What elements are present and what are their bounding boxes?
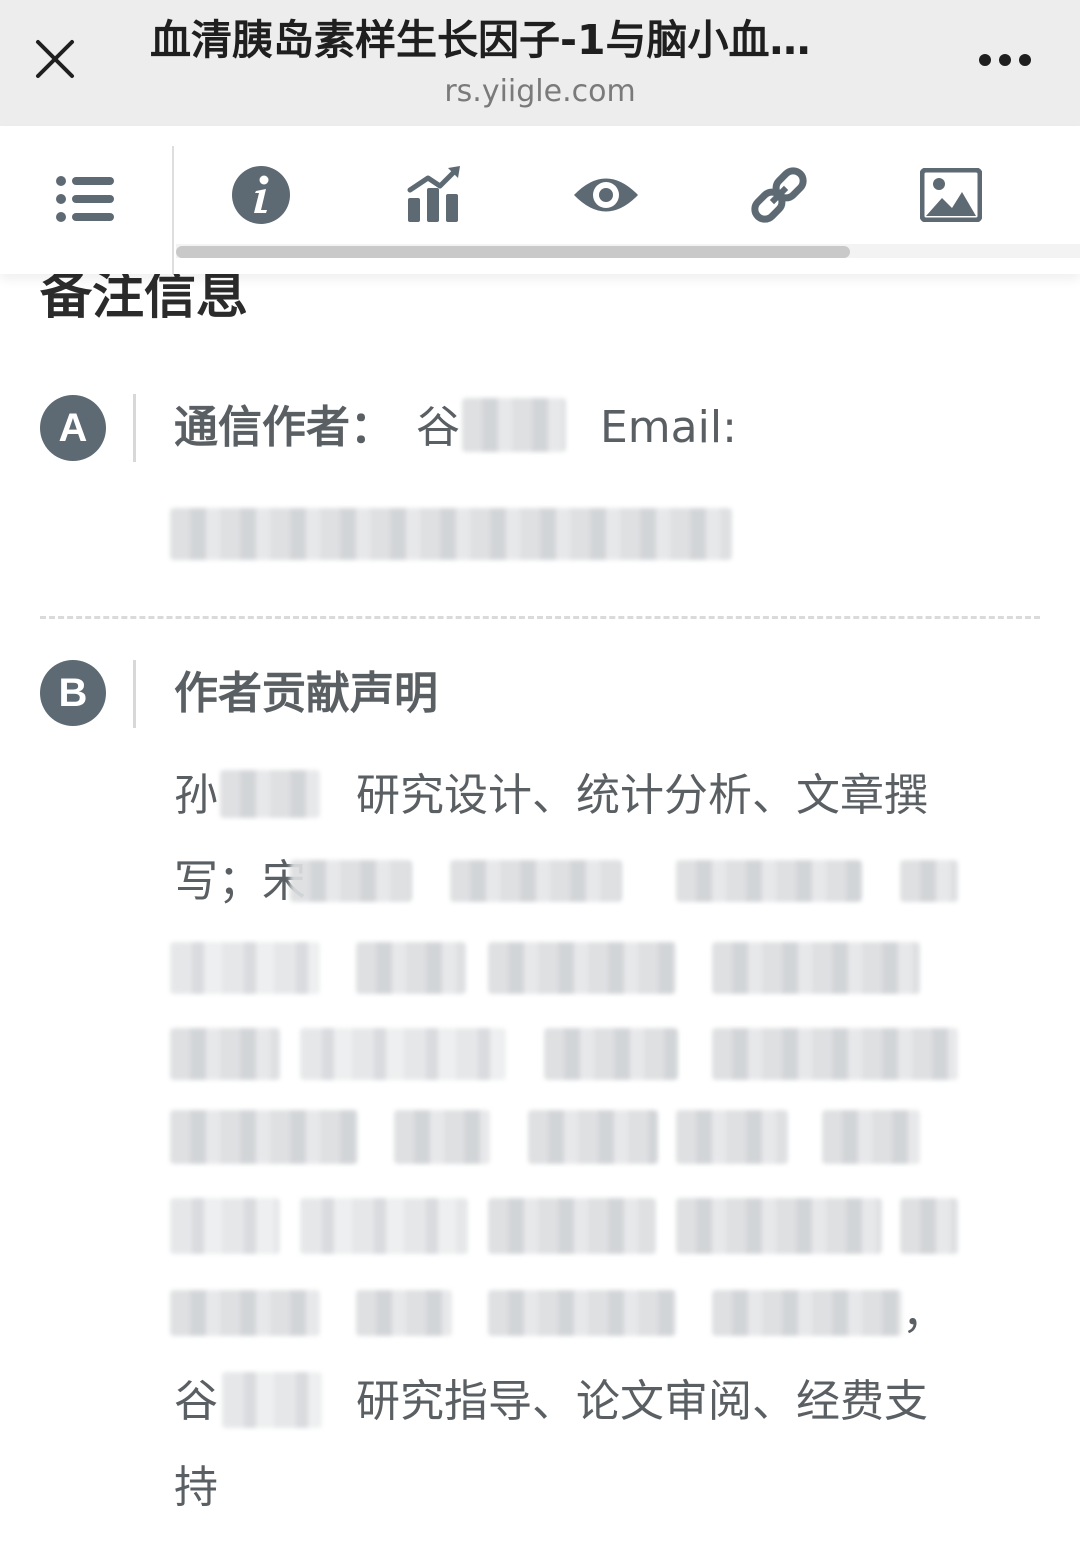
contrib-text-last: 研究指导、论文审阅、经费支 (356, 1376, 928, 1427)
redacted-block (488, 1198, 656, 1254)
page-title: 血清胰岛素样生长因子-1与脑小血… (150, 16, 811, 64)
redacted-block (528, 1110, 658, 1164)
redacted-block (488, 1290, 676, 1336)
link-icon (751, 167, 807, 223)
redacted-name-last (222, 1372, 322, 1428)
chart-icon (407, 166, 460, 222)
redacted-block (300, 1028, 506, 1080)
redacted-block (900, 1198, 958, 1254)
info-icon (232, 166, 290, 224)
contribution-label: 作者贡献声明 (174, 668, 438, 719)
eye-icon (574, 178, 638, 212)
redacted-block (356, 1290, 452, 1336)
toc-button[interactable] (40, 164, 132, 234)
contrib-comma: ， (902, 1288, 946, 1339)
article-page: 血清胰岛素样生长因子-1与脑小血… rs.yiigle.com 备注信息 A 通… (0, 0, 1080, 1566)
redacted-block (488, 942, 676, 994)
badge-b: B (40, 660, 106, 726)
redacted-block (170, 1198, 280, 1254)
figures-button[interactable] (906, 156, 996, 234)
redacted-block (450, 860, 622, 902)
redacted-block (170, 1110, 358, 1164)
redacted-block (170, 1290, 320, 1336)
notes-separator (40, 616, 1040, 619)
contrib-text-2: 写；宋 (174, 856, 306, 907)
toolbar-divider (172, 146, 174, 274)
redacted-block (712, 1290, 902, 1336)
views-button[interactable] (561, 156, 651, 234)
redacted-block (712, 1028, 958, 1080)
redacted-block (356, 942, 466, 994)
redacted-block (676, 1198, 882, 1254)
more-button[interactable] (970, 40, 1040, 80)
contrib-name-last: 谷 (174, 1376, 218, 1427)
redacted-block (290, 860, 412, 902)
title-bar: 血清胰岛素样生长因子-1与脑小血… rs.yiigle.com (0, 0, 1080, 126)
redacted-name-1 (220, 770, 320, 818)
redacted-block (676, 860, 862, 902)
more-icon (979, 54, 1031, 66)
metrics-button[interactable] (389, 156, 479, 234)
redacted-block (676, 1110, 788, 1164)
badge-a: A (40, 395, 106, 461)
page-domain: rs.yiigle.com (444, 74, 636, 109)
note-b-divider (133, 660, 136, 728)
redacted-block (712, 942, 920, 994)
corresponding-author-label: 通信作者： (174, 402, 394, 453)
list-icon (56, 176, 114, 222)
toolbar-scroll-thumb[interactable] (176, 246, 850, 258)
redacted-author-name (462, 398, 566, 452)
redacted-block (170, 1028, 280, 1080)
note-a-divider (133, 394, 136, 462)
redacted-block (170, 942, 320, 994)
redacted-block (900, 860, 958, 902)
contrib-name-1: 孙 (174, 770, 218, 821)
link-button[interactable] (734, 156, 824, 234)
redacted-block (544, 1028, 678, 1080)
corresponding-author-name: 谷 (416, 402, 460, 453)
email-label: Email: (600, 402, 737, 453)
redacted-email (170, 508, 732, 560)
info-button[interactable] (216, 156, 306, 234)
contrib-text-1: 研究设计、统计分析、文章撰 (356, 770, 928, 821)
redacted-block (822, 1110, 920, 1164)
redacted-block (394, 1110, 490, 1164)
redacted-block (300, 1198, 468, 1254)
image-icon (920, 168, 982, 222)
contrib-text-last-cont: 持 (174, 1462, 218, 1513)
